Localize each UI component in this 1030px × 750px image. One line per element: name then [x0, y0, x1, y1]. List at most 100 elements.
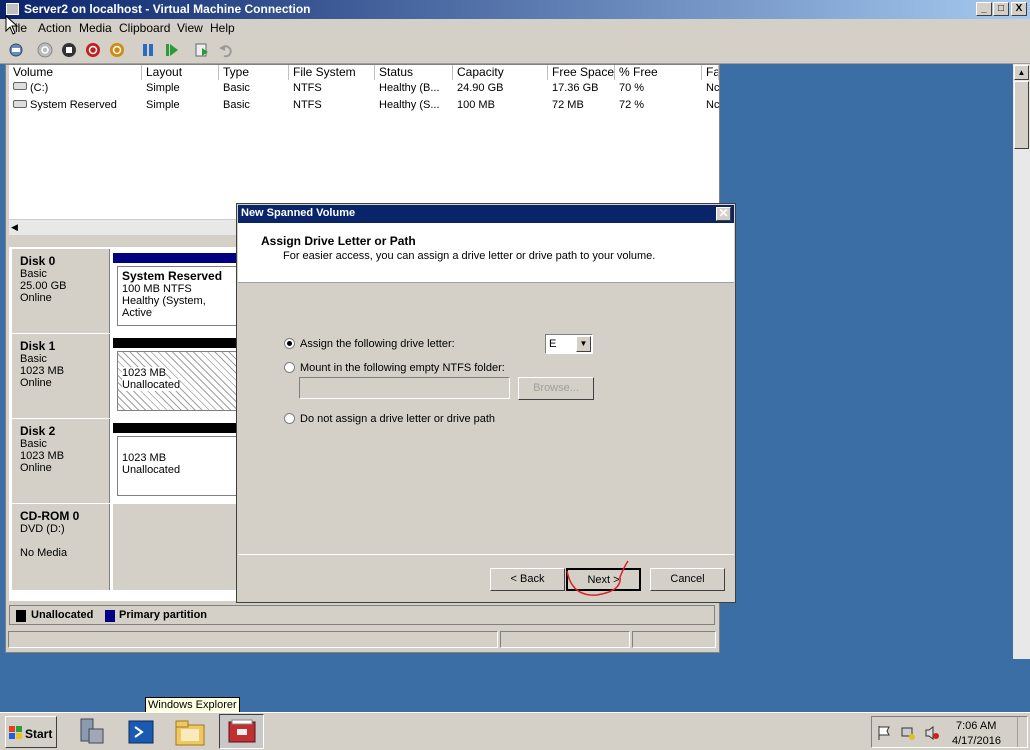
folder-path-input[interactable] [299, 377, 510, 399]
menu-bar: ile Action Media Clipboard View Help [0, 15, 1030, 38]
disk-1-partition[interactable]: 1023 MB Unallocated [113, 334, 239, 418]
assign-letter-radio[interactable] [284, 338, 295, 349]
taskbar-tooltip: Windows Explorer [145, 697, 240, 713]
volume-free: 17.36 GB [552, 82, 599, 94]
toolbar [0, 38, 1030, 64]
volume-capacity: 24.90 GB [457, 82, 504, 94]
cdrom-0-info[interactable]: CD-ROM 0 DVD (D:) No Media [12, 504, 110, 590]
new-spanned-volume-dialog: New Spanned Volume ✕ Assign Drive Letter… [236, 203, 736, 603]
computer-management-icon [228, 719, 256, 743]
network-icon[interactable] [900, 725, 916, 741]
mount-folder-label[interactable]: Mount in the following empty NTFS folder… [300, 362, 505, 374]
unallocated-bar [113, 423, 239, 433]
turn-off-icon[interactable] [61, 42, 77, 58]
disk-1-info[interactable]: Disk 1 Basic 1023 MB Online [12, 334, 110, 418]
column-fault-tolerance[interactable]: Fa [702, 65, 719, 80]
vertical-scrollbar[interactable]: ▲ [1013, 64, 1030, 659]
volume-status: Healthy (B... [379, 82, 440, 94]
menu-clipboard[interactable]: Clipboard [119, 21, 170, 35]
status-pane-1 [8, 631, 498, 648]
menu-view[interactable]: View [177, 21, 203, 35]
partition-box[interactable]: 1023 MB Unallocated [117, 351, 239, 411]
volume-name: (C:) [30, 82, 49, 94]
legend: Unallocated Primary partition [9, 605, 715, 625]
no-letter-radio[interactable] [284, 413, 295, 424]
drive-letter-select[interactable]: E ▼ [545, 334, 593, 354]
partition-box[interactable]: 1023 MB Unallocated [117, 436, 239, 496]
column-free-space[interactable]: Free Space [548, 65, 615, 80]
maximize-button[interactable]: □ [993, 2, 1009, 16]
column-type[interactable]: Type [219, 65, 289, 80]
disk-name: Disk 0 [20, 254, 56, 268]
flag-icon[interactable] [876, 725, 892, 741]
partition-size: 1023 MB [122, 367, 167, 379]
scroll-left-icon[interactable]: ◀ [11, 222, 18, 233]
mount-folder-radio[interactable] [284, 362, 295, 373]
horizontal-scrollbar[interactable]: ◀ [9, 219, 239, 235]
disk-type: Basic [20, 268, 47, 280]
primary-swatch [105, 610, 115, 622]
volume-layout: Simple [146, 99, 180, 111]
menu-media[interactable]: Media [79, 21, 112, 35]
disk-0-partition[interactable]: System Reserved 100 MB NTFS Healthy (Sys… [113, 249, 239, 333]
scroll-thumb[interactable] [1014, 81, 1029, 149]
reset-icon[interactable] [164, 42, 180, 58]
computer-management-taskbar-button[interactable] [219, 714, 264, 749]
cancel-button[interactable]: Cancel [650, 568, 725, 591]
volume-percent: 70 % [619, 82, 645, 94]
minimize-button[interactable]: _ [976, 2, 992, 16]
title-bar: Server2 on localhost - Virtual Machine C… [0, 0, 1030, 19]
browse-button[interactable]: Browse... [518, 377, 594, 400]
disk-type: Basic [20, 438, 47, 450]
disk-state: Online [20, 462, 52, 474]
status-pane-2 [500, 631, 630, 648]
volume-layout: Simple [146, 82, 180, 94]
menu-action[interactable]: Action [38, 21, 71, 35]
powershell-icon[interactable] [125, 717, 157, 747]
dialog-close-button[interactable]: ✕ [716, 207, 731, 221]
partition-status: Healthy (System, Active [122, 295, 206, 319]
disk-2-partition[interactable]: 1023 MB Unallocated [113, 419, 239, 503]
checkpoint-icon[interactable] [194, 42, 210, 58]
column-file-system[interactable]: File System [289, 65, 375, 80]
column-layout[interactable]: Layout [142, 65, 219, 80]
start-icon[interactable] [37, 42, 53, 58]
partition-box[interactable]: System Reserved 100 MB NTFS Healthy (Sys… [117, 266, 239, 326]
disk-state: No Media [20, 547, 68, 559]
revert-icon[interactable] [218, 42, 234, 58]
back-button[interactable]: < Back [490, 568, 565, 591]
dialog-separator [238, 554, 734, 555]
shutdown-icon[interactable] [85, 42, 101, 58]
assign-letter-label[interactable]: Assign the following drive letter: [300, 338, 455, 350]
speaker-muted-icon[interactable] [924, 725, 940, 741]
disk-0-info[interactable]: Disk 0 Basic 25.00 GB Online [12, 249, 110, 333]
start-button[interactable]: Start [5, 716, 57, 748]
no-letter-label[interactable]: Do not assign a drive letter or drive pa… [300, 413, 495, 425]
disk-type: DVD (D:) [20, 523, 65, 535]
column-status[interactable]: Status [375, 65, 453, 80]
server-manager-icon[interactable] [75, 717, 107, 747]
partition-status: Unallocated [122, 379, 181, 391]
chevron-down-icon[interactable]: ▼ [576, 336, 591, 352]
dialog-header: Assign Drive Letter or Path For easier a… [238, 223, 734, 283]
column-capacity[interactable]: Capacity [453, 65, 548, 80]
pause-icon[interactable] [140, 42, 156, 58]
volume-type: Basic [223, 99, 250, 111]
disk-size: 1023 MB [20, 450, 65, 462]
clock-date: 4/17/2016 [952, 735, 1001, 747]
column-percent-free[interactable]: % Free [615, 65, 702, 80]
close-button[interactable]: X [1011, 2, 1027, 16]
ctrl-alt-del-icon[interactable] [8, 42, 24, 58]
column-volume[interactable]: Volume [9, 65, 142, 80]
save-icon[interactable] [109, 42, 125, 58]
scroll-up-icon[interactable]: ▲ [1014, 65, 1029, 80]
menu-file[interactable]: ile [15, 21, 27, 35]
windows-explorer-icon[interactable] [173, 717, 207, 747]
disk-size: 25.00 GB [20, 280, 67, 292]
menu-help[interactable]: Help [210, 21, 235, 35]
show-desktop-button[interactable] [1017, 717, 1027, 747]
primary-partition-bar [113, 253, 239, 263]
start-label: Start [25, 727, 53, 741]
disk-2-info[interactable]: Disk 2 Basic 1023 MB Online [12, 419, 110, 503]
partition-size: 1023 MB [122, 452, 167, 464]
